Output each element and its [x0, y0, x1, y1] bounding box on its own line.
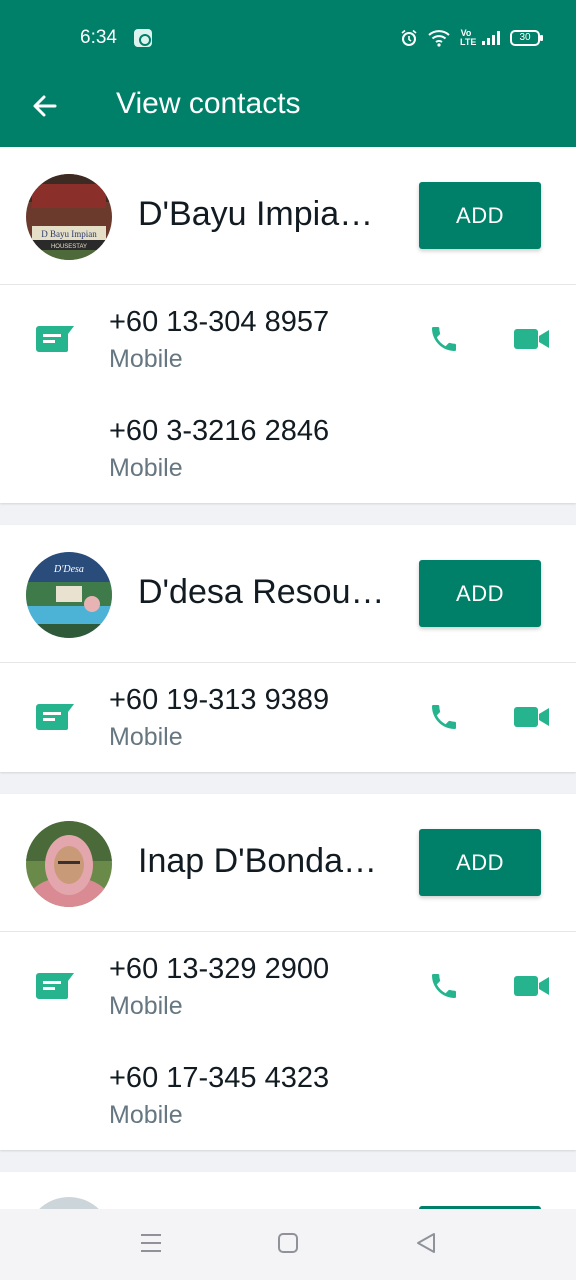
contact-card: D'Desa D'desa Resou… ADD +60 19-313 9389…: [0, 525, 576, 772]
add-contact-button[interactable]: ADD: [419, 829, 541, 896]
battery-icon: 30: [510, 30, 543, 46]
phone-row[interactable]: +60 19-313 9389 Mobile: [0, 663, 576, 772]
phone-call-icon[interactable]: [428, 323, 460, 355]
phone-number: +60 19-313 9389: [109, 684, 330, 716]
contact-card: [0, 1172, 576, 1212]
phone-row[interactable]: +60 3-3216 2846 Mobile: [0, 394, 576, 503]
volte-icon: Vo LTE: [460, 28, 477, 47]
phone-row[interactable]: +60 13-329 2900 Mobile: [0, 932, 576, 1041]
wifi-icon: [428, 30, 450, 47]
signal-icon: [482, 31, 500, 45]
phone-type: Mobile: [109, 345, 183, 373]
contact-name: D'Bayu Impia…: [138, 195, 374, 233]
phone-type: Mobile: [109, 454, 183, 482]
contact-name: D'desa Resou…: [138, 573, 385, 611]
avatar[interactable]: D Bayu Impian HOUSESTAY: [26, 174, 112, 260]
phone-type: Mobile: [109, 1101, 183, 1129]
svg-text:D'Desa: D'Desa: [53, 564, 84, 575]
status-bar: 6:34 Vo LTE 30: [0, 0, 576, 76]
phone-number: +60 3-3216 2846: [109, 415, 330, 447]
contact-card: Inap D'Bonda… ADD +60 13-329 2900 Mobile…: [0, 794, 576, 1150]
video-call-icon[interactable]: [514, 974, 550, 998]
contact-card: D Bayu Impian HOUSESTAY D'Bayu Impia… AD…: [0, 147, 576, 503]
message-icon[interactable]: [36, 326, 74, 352]
phone-row[interactable]: +60 17-345 4323 Mobile: [0, 1041, 576, 1150]
contact-header: D'Desa D'desa Resou… ADD: [0, 525, 576, 663]
status-icons: Vo LTE 30: [400, 27, 543, 49]
avatar[interactable]: D'Desa: [26, 552, 112, 638]
back-triangle-icon[interactable]: [414, 1231, 438, 1255]
home-icon[interactable]: [276, 1231, 300, 1255]
svg-text:HOUSESTAY: HOUSESTAY: [51, 244, 87, 250]
phone-number: +60 13-329 2900: [109, 953, 330, 985]
phone-number: +60 13-304 8957: [109, 306, 330, 338]
phone-number: +60 17-345 4323: [109, 1062, 330, 1094]
status-time: 6:34: [80, 27, 117, 48]
svg-text:D Bayu Impian: D Bayu Impian: [41, 229, 97, 239]
phone-type: Mobile: [109, 992, 183, 1020]
system-nav-bar: [0, 1209, 576, 1280]
contact-name: Inap D'Bonda…: [138, 842, 377, 880]
back-arrow-icon[interactable]: [26, 86, 66, 126]
contact-header: D Bayu Impian HOUSESTAY D'Bayu Impia… AD…: [0, 147, 576, 285]
message-icon[interactable]: [36, 973, 74, 999]
app-bar: View contacts: [0, 76, 576, 147]
video-call-icon[interactable]: [514, 705, 550, 729]
avatar[interactable]: [26, 821, 112, 907]
alarm-icon: [401, 29, 417, 46]
video-call-icon[interactable]: [514, 327, 550, 351]
add-contact-button[interactable]: ADD: [419, 560, 541, 627]
message-icon[interactable]: [36, 704, 74, 730]
page-title: View contacts: [116, 87, 301, 120]
contact-header: Inap D'Bonda… ADD: [0, 794, 576, 932]
recent-apps-icon[interactable]: [138, 1231, 164, 1255]
phone-call-icon[interactable]: [428, 970, 460, 1002]
phone-row[interactable]: +60 13-304 8957 Mobile: [0, 285, 576, 394]
phone-type: Mobile: [109, 723, 183, 751]
phone-call-icon[interactable]: [428, 701, 460, 733]
notification-app-icon: [134, 29, 152, 47]
add-contact-button[interactable]: ADD: [419, 182, 541, 249]
